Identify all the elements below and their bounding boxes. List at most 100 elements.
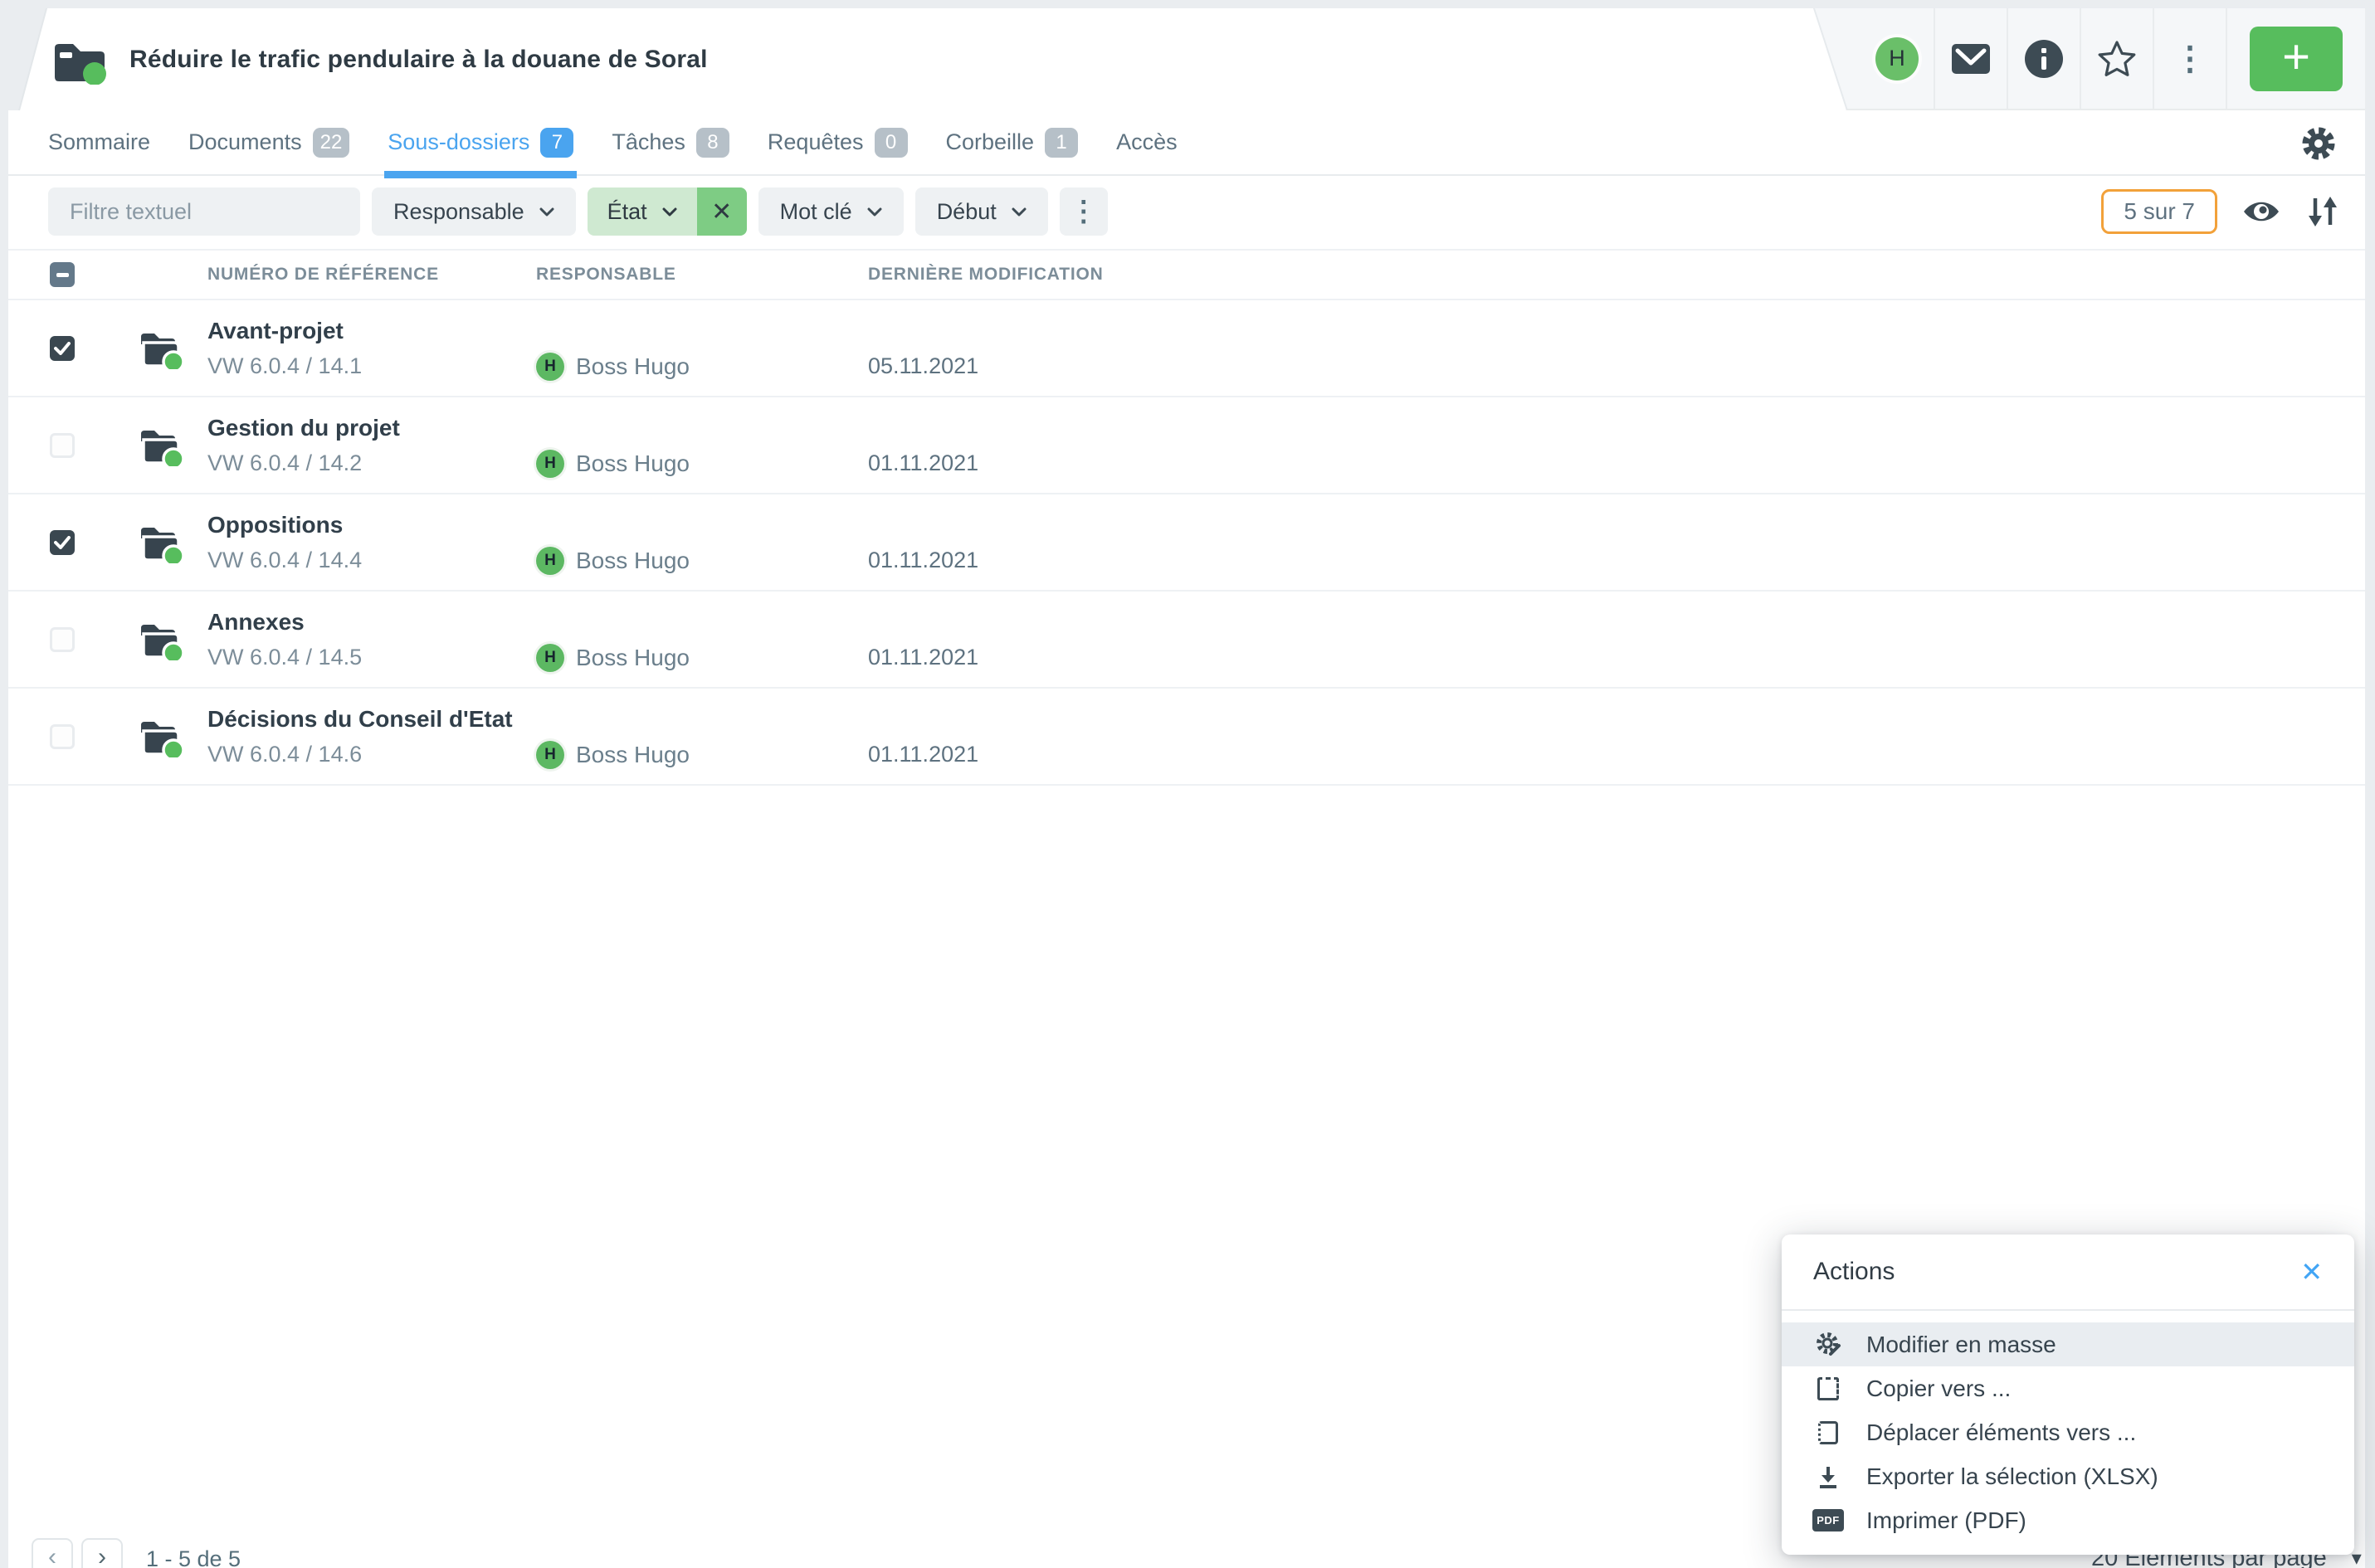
next-page-button[interactable]: › — [81, 1538, 123, 1568]
eye-icon — [2242, 198, 2280, 225]
menu-item-deplacer-vers[interactable]: Déplacer éléments vers ... — [1782, 1410, 2354, 1454]
owner-avatar: H — [536, 450, 564, 478]
menu-item-modifier-en-masse[interactable]: Modifier en masse — [1782, 1322, 2354, 1366]
tab-acces[interactable]: Accès — [1116, 110, 1178, 174]
sort-button[interactable] — [2305, 193, 2340, 230]
filter-etat-clear-button[interactable]: ✕ — [697, 187, 747, 236]
owner-avatar: H — [536, 547, 564, 575]
row-date: 01.11.2021 — [856, 742, 2365, 767]
table-row[interactable]: Oppositions VW 6.0.4 / 14.4 H Boss Hugo … — [8, 494, 2365, 592]
mail-button[interactable] — [1934, 8, 2007, 109]
row-checkbox[interactable] — [50, 724, 75, 749]
table-row[interactable]: Annexes VW 6.0.4 / 14.5 H Boss Hugo 01.1… — [8, 592, 2365, 689]
page-title: Réduire le trafic pendulaire à la douane… — [129, 46, 708, 74]
gear-icon — [2298, 123, 2339, 164]
header: Réduire le trafic pendulaire à la douane… — [8, 8, 2365, 110]
tab-documents[interactable]: Documents 22 — [188, 110, 349, 174]
tab-taches-count: 8 — [696, 128, 729, 158]
avatar: H — [1875, 37, 1919, 80]
corner-decoration — [8, 8, 47, 110]
filter-motcle-dropdown[interactable]: Mot clé — [758, 187, 904, 236]
subfolder-status-icon — [139, 425, 184, 466]
overflow-dots-icon: ⋮ — [1070, 197, 1098, 226]
filter-debut-dropdown[interactable]: Début — [915, 187, 1048, 236]
star-icon — [2097, 40, 2137, 78]
tab-requetes[interactable]: Requêtes 0 — [768, 110, 908, 174]
subfolder-status-icon — [139, 522, 184, 563]
row-reference: VW 6.0.4 / 14.4 — [207, 548, 526, 573]
row-date: 05.11.2021 — [856, 353, 2365, 379]
info-button[interactable] — [2007, 8, 2080, 109]
table-row[interactable]: Décisions du Conseil d'Etat VW 6.0.4 / 1… — [8, 689, 2365, 786]
row-checkbox[interactable] — [50, 433, 75, 458]
select-all-checkbox[interactable] — [50, 262, 75, 287]
table-row[interactable]: Avant-projet VW 6.0.4 / 14.1 H Boss Hugo… — [8, 300, 2365, 397]
page-range-label: 1 - 5 de 5 — [146, 1546, 241, 1568]
column-responsable: RESPONSABLE — [526, 265, 856, 285]
filter-responsable-dropdown[interactable]: Responsable — [372, 187, 576, 236]
add-button[interactable]: + — [2250, 27, 2343, 91]
column-modification: DERNIÈRE MODIFICATION — [856, 265, 2365, 285]
column-reference: NUMÉRO DE RÉFÉRENCE — [196, 265, 526, 285]
dossier-folder-status-icon — [51, 35, 108, 85]
row-checkbox[interactable] — [50, 336, 75, 361]
chevron-down-icon — [1012, 207, 1027, 217]
close-icon: ✕ — [711, 197, 732, 226]
settings-button[interactable] — [2297, 122, 2340, 165]
row-checkbox[interactable] — [50, 530, 75, 555]
subfolder-status-icon — [139, 619, 184, 660]
owner-avatar: H — [536, 741, 564, 769]
actions-popup: Actions ✕ Modifier en masse Copier vers … — [1782, 1234, 2354, 1555]
plus-icon: + — [2282, 33, 2310, 81]
table-row[interactable]: Gestion du projet VW 6.0.4 / 14.2 H Boss… — [8, 397, 2365, 494]
row-checkbox[interactable] — [50, 627, 75, 652]
pagination: ‹ › 1 - 5 de 5 — [32, 1538, 241, 1568]
previous-page-button[interactable]: ‹ — [32, 1538, 73, 1568]
tab-corbeille[interactable]: Corbeille 1 — [946, 110, 1079, 174]
tab-corbeille-count: 1 — [1045, 128, 1078, 158]
overflow-dots-icon: ⋮ — [2173, 42, 2207, 75]
row-reference: VW 6.0.4 / 14.2 — [207, 450, 526, 476]
tab-sous-dossiers[interactable]: Sous-dossiers 7 — [388, 110, 573, 174]
row-title: Décisions du Conseil d'Etat — [207, 706, 526, 733]
chevron-down-icon — [662, 207, 677, 217]
filter-etat-dropdown[interactable]: État — [588, 187, 697, 236]
subfolder-status-icon — [139, 328, 184, 369]
tab-requetes-count: 0 — [875, 128, 908, 158]
chevron-left-icon: ‹ — [48, 1543, 56, 1568]
user-avatar-button[interactable]: H — [1860, 8, 1934, 109]
row-date: 01.11.2021 — [856, 450, 2365, 476]
copy-icon — [1813, 1377, 1843, 1400]
header-overflow-button[interactable]: ⋮ — [2153, 8, 2226, 109]
row-reference: VW 6.0.4 / 14.1 — [207, 353, 526, 379]
row-date: 01.11.2021 — [856, 548, 2365, 573]
favorite-button[interactable] — [2080, 8, 2153, 109]
text-filter-input[interactable] — [48, 187, 360, 236]
actions-popup-title: Actions — [1813, 1258, 1895, 1286]
more-filters-button[interactable]: ⋮ — [1060, 187, 1108, 236]
tab-sommaire[interactable]: Sommaire — [48, 110, 150, 174]
owner-name: Boss Hugo — [576, 353, 690, 380]
chevron-right-icon: › — [98, 1543, 106, 1568]
subfolder-status-icon — [139, 716, 184, 757]
close-icon[interactable]: ✕ — [2300, 1259, 2323, 1285]
info-icon — [2024, 39, 2064, 79]
menu-item-imprimer-pdf[interactable]: PDF Imprimer (PDF) — [1782, 1498, 2354, 1542]
create-cell: + — [2226, 8, 2365, 109]
row-title: Oppositions — [207, 512, 526, 538]
sort-arrows-icon — [2305, 193, 2340, 230]
tab-taches[interactable]: Tâches 8 — [612, 110, 729, 174]
menu-item-exporter-xlsx[interactable]: Exporter la sélection (XLSX) — [1782, 1454, 2354, 1498]
visibility-button[interactable] — [2242, 198, 2280, 225]
owner-avatar: H — [536, 353, 564, 381]
bulk-edit-icon — [1813, 1331, 1843, 1359]
move-icon — [1813, 1421, 1843, 1444]
menu-item-copier-vers[interactable]: Copier vers ... — [1782, 1366, 2354, 1410]
chevron-down-icon — [867, 207, 882, 217]
chevron-down-icon — [539, 207, 554, 217]
result-count-badge: 5 sur 7 — [2101, 189, 2217, 234]
row-reference: VW 6.0.4 / 14.5 — [207, 645, 526, 670]
owner-name: Boss Hugo — [576, 742, 690, 768]
owner-name: Boss Hugo — [576, 645, 690, 671]
print-pdf-icon: PDF — [1813, 1509, 1843, 1531]
